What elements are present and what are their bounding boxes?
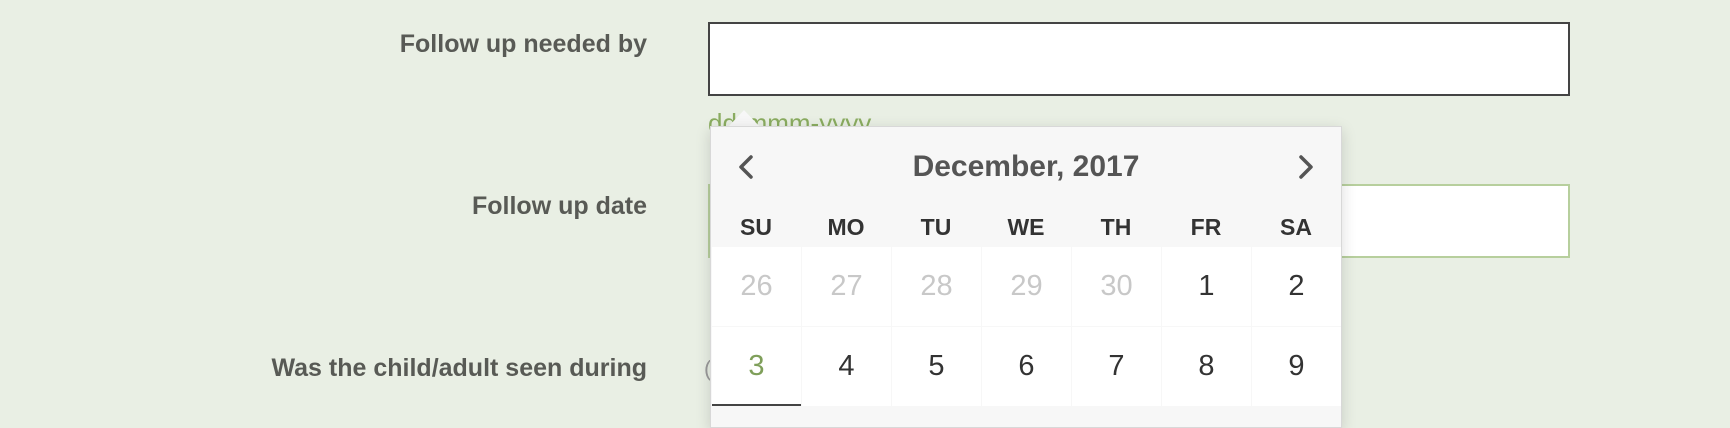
weekday-th: TH (1100, 214, 1132, 240)
weekday-fr: FR (1190, 214, 1222, 240)
datepicker-caret (728, 110, 760, 127)
weekday-header-row: SU MO TU WE TH FR SA (711, 207, 1341, 247)
chevron-right-icon (1299, 155, 1313, 179)
next-month-button[interactable] (1285, 147, 1325, 187)
weekday-tu: TU (920, 214, 952, 240)
day-cell[interactable]: 6 (982, 327, 1071, 406)
day-cell[interactable]: 27 (802, 247, 891, 326)
seen-during-label: Was the child/adult seen during (271, 354, 647, 382)
weekday-sa: SA (1280, 214, 1312, 240)
datepicker-month-title[interactable]: December, 2017 (711, 127, 1341, 207)
day-cell[interactable]: 2 (1252, 247, 1341, 326)
day-cell[interactable]: 7 (1072, 327, 1161, 406)
followup-needed-label: Follow up needed by (399, 30, 647, 58)
weekday-we: WE (1007, 214, 1045, 240)
day-cell[interactable]: 9 (1252, 327, 1341, 406)
day-cell[interactable]: 8 (1162, 327, 1251, 406)
day-cell[interactable]: 1 (1162, 247, 1251, 326)
day-cell[interactable]: 29 (982, 247, 1071, 326)
day-cell[interactable]: 5 (892, 327, 981, 406)
followup-date-label: Follow up date (472, 192, 647, 220)
day-cell[interactable]: 4 (802, 327, 891, 406)
weekday-mo: MO (827, 214, 865, 240)
day-cell[interactable]: 26 (712, 247, 801, 326)
weekday-su: SU (740, 214, 772, 240)
datepicker: December, 2017 SU MO TU WE TH FR SA 26 27 28 29 30… (710, 126, 1342, 428)
day-cell[interactable]: 28 (892, 247, 981, 326)
day-cell[interactable]: 30 (1072, 247, 1161, 326)
day-cell[interactable]: 3 (712, 327, 801, 406)
followup-needed-input[interactable] (708, 22, 1570, 96)
